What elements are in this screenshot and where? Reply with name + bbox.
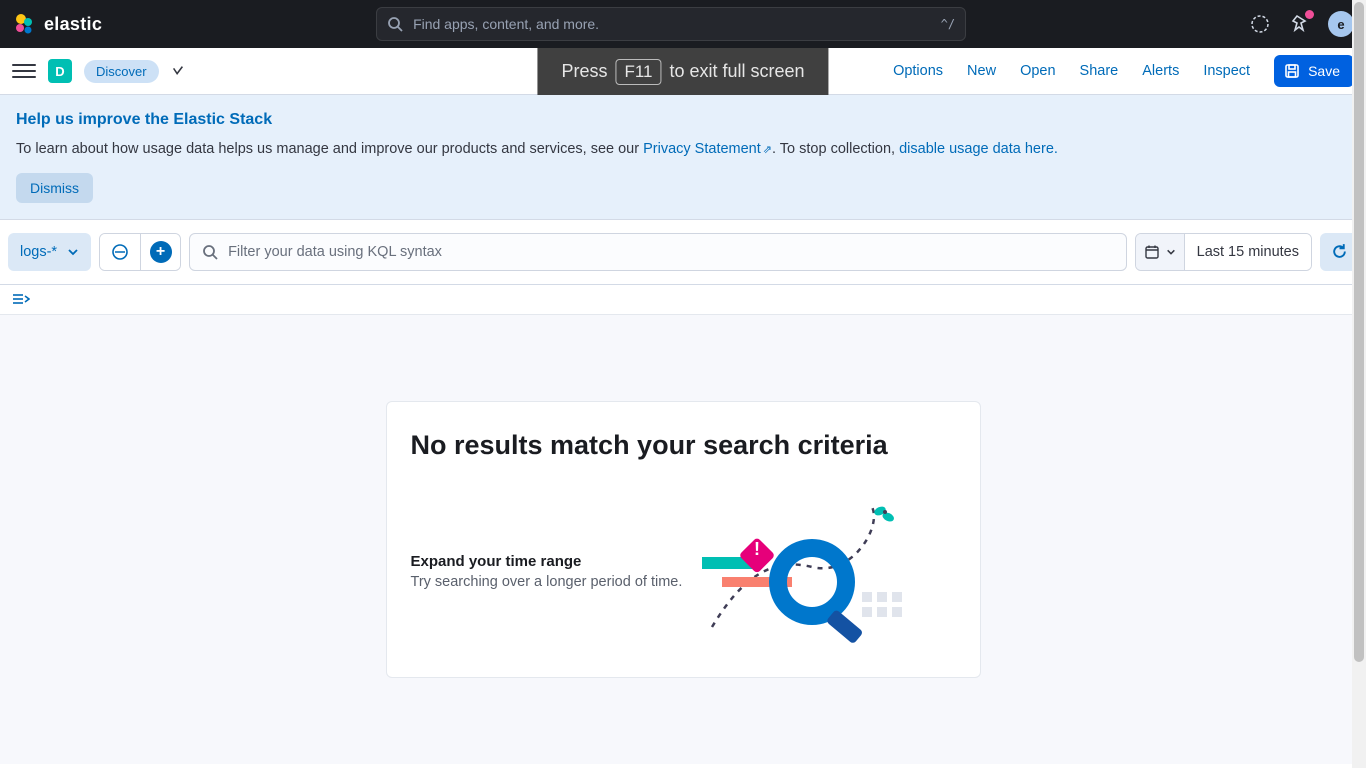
scrollbar-thumb[interactable] xyxy=(1354,2,1364,662)
svg-text:!: ! xyxy=(754,539,760,559)
calendar-icon xyxy=(1144,244,1160,260)
datepicker: Last 15 minutes xyxy=(1135,233,1312,271)
app-name-pill[interactable]: Discover xyxy=(84,60,159,83)
saved-query-button[interactable] xyxy=(100,234,140,270)
save-button[interactable]: Save xyxy=(1274,55,1354,87)
empty-state-text: Expand your time range Try searching ove… xyxy=(411,553,683,590)
external-link-icon: ⇗ xyxy=(763,144,772,156)
save-icon xyxy=(1284,63,1300,79)
scrollbar[interactable] xyxy=(1352,0,1366,768)
empty-state-heading: No results match your search criteria xyxy=(411,430,956,461)
global-search[interactable]: ^/ xyxy=(376,7,966,41)
datepicker-range-label[interactable]: Last 15 minutes xyxy=(1185,234,1311,270)
elastic-logo[interactable]: elastic xyxy=(12,12,102,36)
privacy-statement-link[interactable]: Privacy Statement⇗ xyxy=(643,141,772,157)
empty-state-body: Try searching over a longer period of ti… xyxy=(411,574,683,590)
alerts-link[interactable]: Alerts xyxy=(1142,63,1179,79)
empty-state-subheading: Expand your time range xyxy=(411,553,683,570)
add-filter-button[interactable]: + xyxy=(140,234,180,270)
kql-input[interactable] xyxy=(228,244,1114,260)
telemetry-banner: Help us improve the Elastic Stack To lea… xyxy=(0,95,1366,220)
new-link[interactable]: New xyxy=(967,63,996,79)
sidebar-strip xyxy=(0,285,1366,315)
filter-buttons-group: + xyxy=(99,233,181,271)
query-bar: logs-* + xyxy=(0,220,1366,285)
dataview-selector[interactable]: logs-* xyxy=(8,233,91,271)
global-search-input[interactable] xyxy=(413,16,931,32)
notification-dot xyxy=(1305,10,1314,19)
search-icon xyxy=(387,16,403,32)
open-link[interactable]: Open xyxy=(1020,63,1055,79)
share-link[interactable]: Share xyxy=(1080,63,1119,79)
help-icon[interactable] xyxy=(1248,12,1272,36)
sub-header-actions: Options New Open Share Alerts Inspect Sa… xyxy=(893,55,1354,87)
chevron-down-icon xyxy=(1166,247,1176,257)
fullscreen-toast: Press F11 to exit full screen xyxy=(537,48,828,95)
plus-icon: + xyxy=(150,241,172,263)
main-area: No results match your search criteria Ex… xyxy=(0,315,1366,764)
datepicker-quick-button[interactable] xyxy=(1136,234,1185,270)
empty-state-illustration: ! xyxy=(702,497,932,647)
brand-name: elastic xyxy=(44,14,102,35)
avatar[interactable]: e xyxy=(1328,11,1354,37)
header-actions: e xyxy=(1248,11,1354,37)
elastic-logo-icon xyxy=(12,12,36,36)
empty-state-card: No results match your search criteria Ex… xyxy=(386,401,981,678)
chevron-down-icon[interactable] xyxy=(171,64,185,78)
banner-body: To learn about how usage data helps us m… xyxy=(16,139,1350,161)
chevron-down-icon xyxy=(67,246,79,258)
banner-title: Help us improve the Elastic Stack xyxy=(16,111,1350,129)
search-icon xyxy=(202,244,218,260)
nav-toggle-button[interactable] xyxy=(12,59,36,83)
search-shortcut-hint: ^/ xyxy=(941,17,955,31)
dismiss-button[interactable]: Dismiss xyxy=(16,173,93,203)
app-badge: D xyxy=(48,59,72,83)
expand-sidebar-icon[interactable] xyxy=(12,292,30,306)
newsfeed-icon[interactable] xyxy=(1288,12,1312,36)
fullscreen-key: F11 xyxy=(615,59,661,85)
disable-usage-link[interactable]: disable usage data here. xyxy=(899,141,1058,157)
global-header: elastic ^/ e xyxy=(0,0,1366,48)
inspect-link[interactable]: Inspect xyxy=(1203,63,1250,79)
options-link[interactable]: Options xyxy=(893,63,943,79)
kql-input-wrap[interactable] xyxy=(189,233,1127,271)
